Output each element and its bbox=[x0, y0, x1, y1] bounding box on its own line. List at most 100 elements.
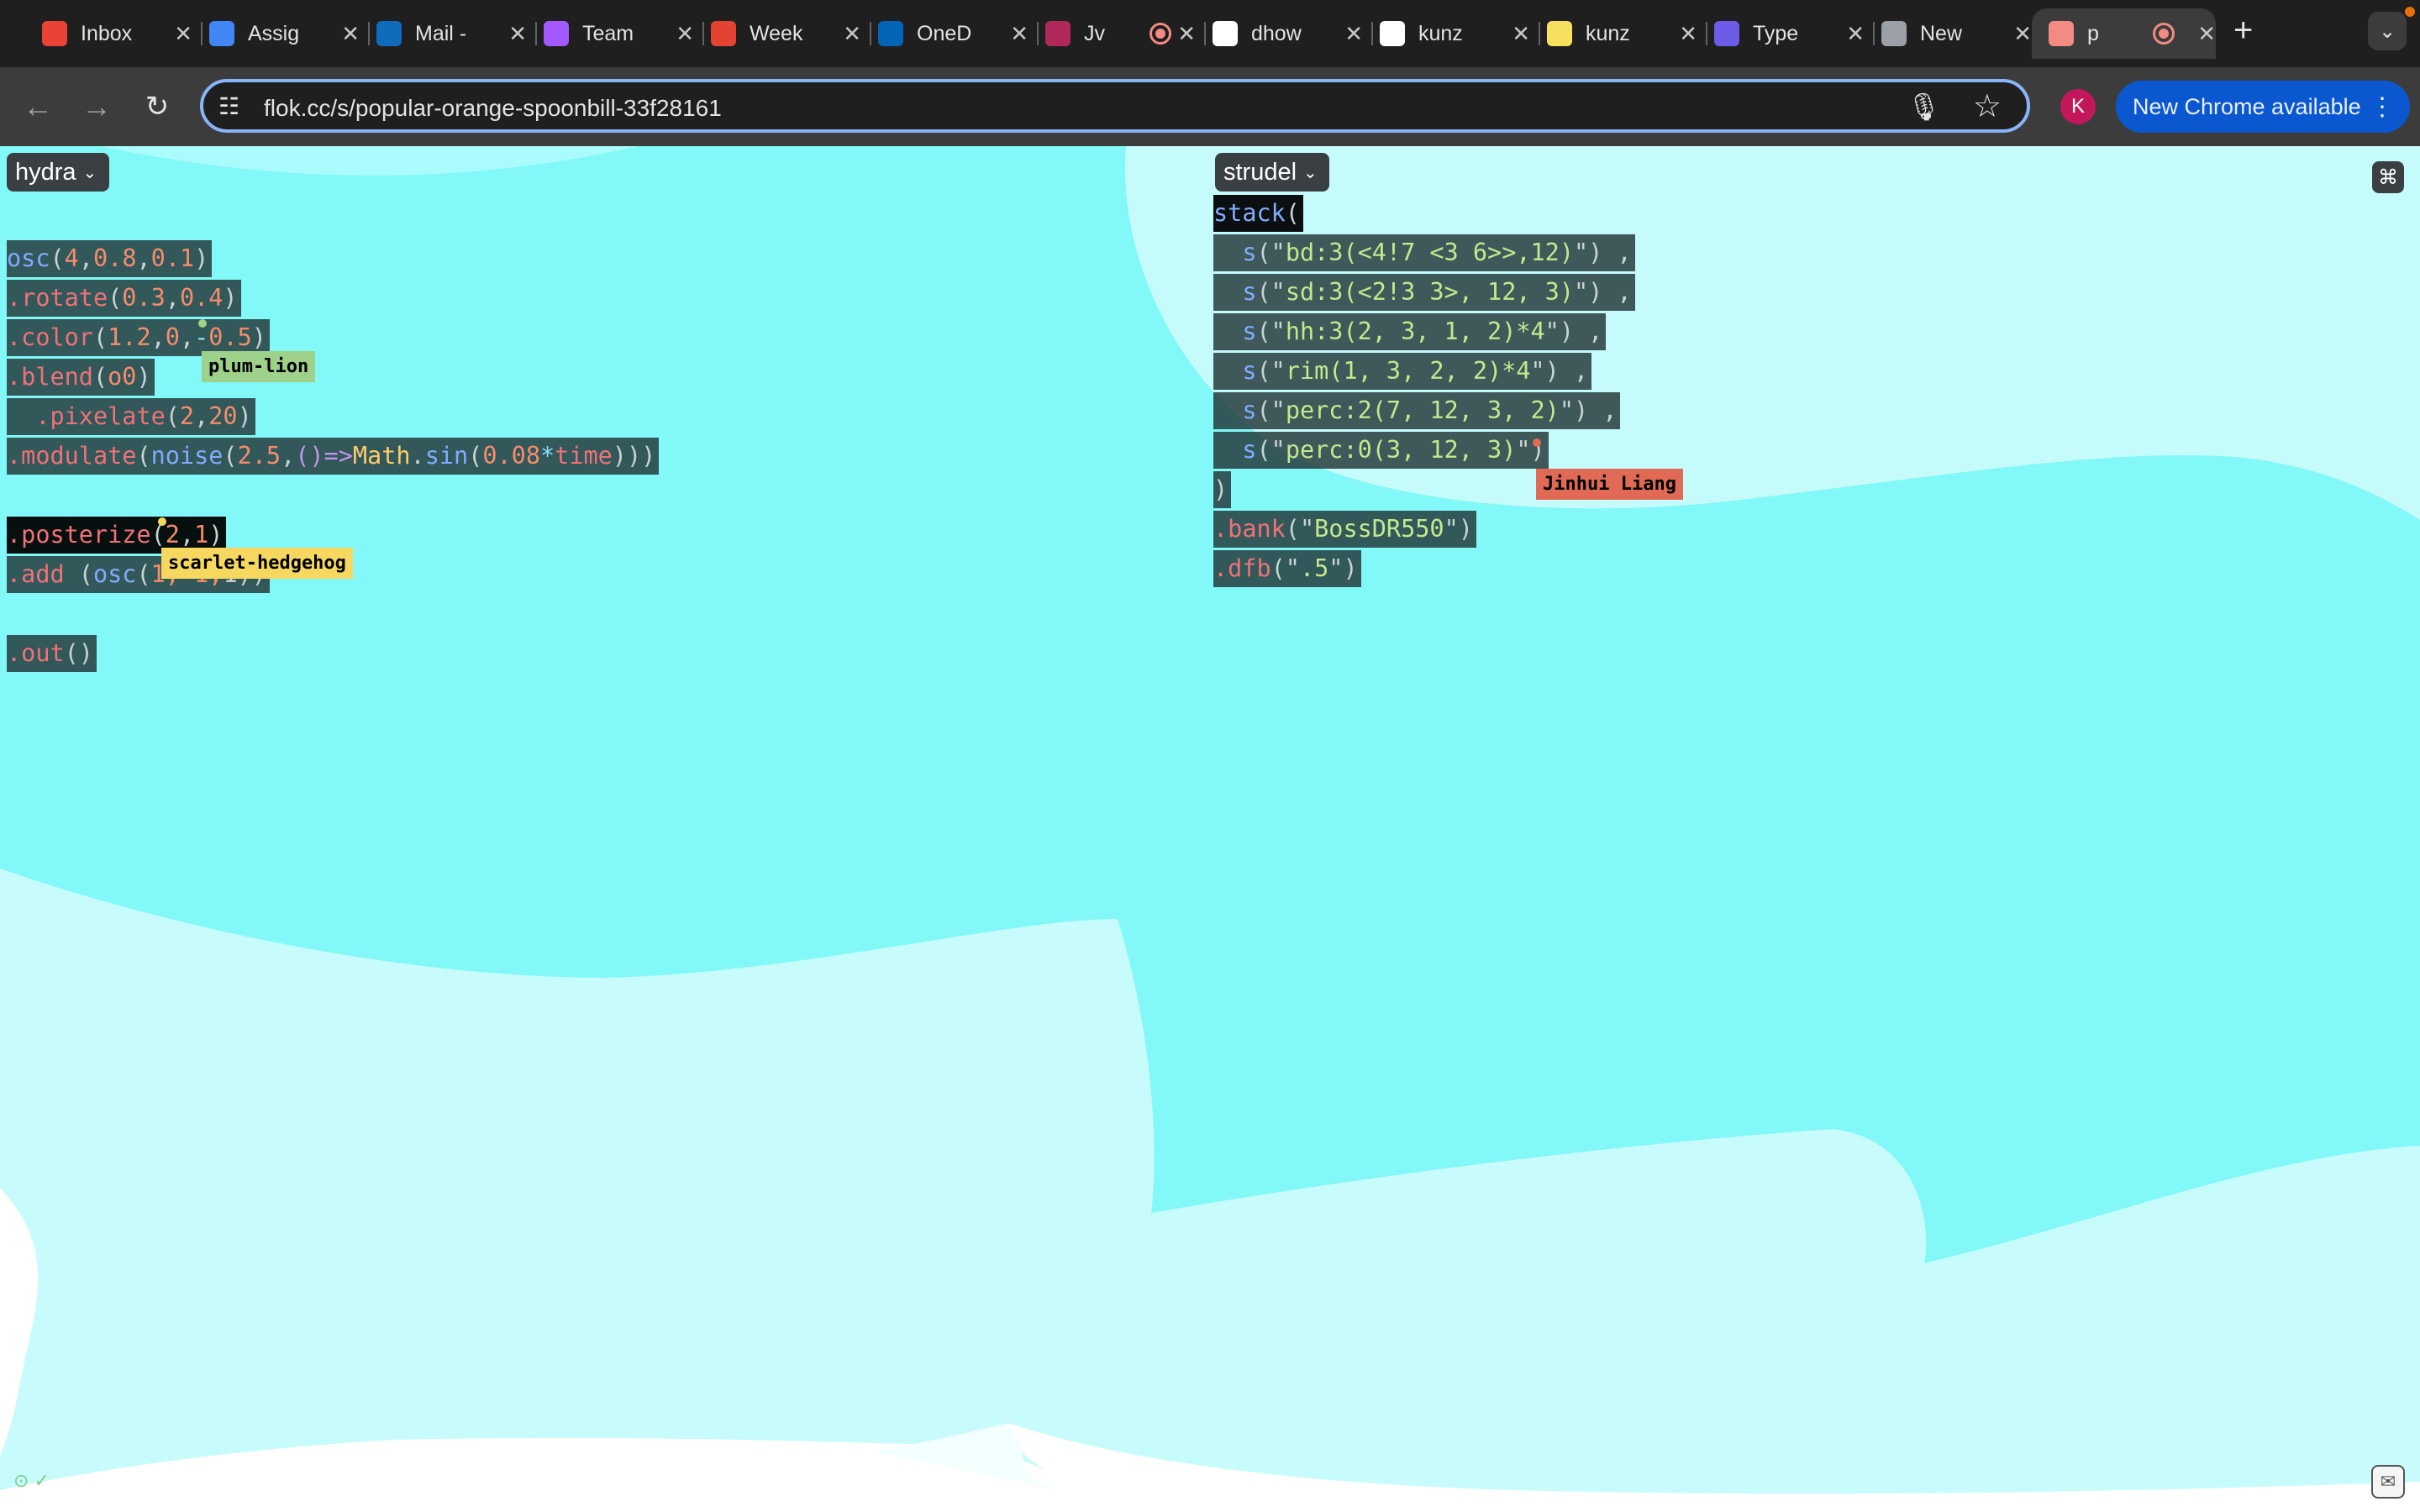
code-token: 0.1 bbox=[150, 244, 195, 272]
chevron-down-icon: ⌄ bbox=[82, 163, 97, 182]
browser-tab[interactable]: kunz ✕ bbox=[1547, 8, 1697, 59]
code-token: .5 bbox=[1299, 554, 1329, 582]
flok-page: hydra ⌄ strudel ⌄ ⌘ osc(4,0.8,0.1) .rotate(… bbox=[0, 146, 2420, 1512]
code-token: , bbox=[165, 284, 180, 312]
target-select-hydra[interactable]: hydra ⌄ bbox=[7, 153, 109, 192]
code-token: bd:3(<4!7 <3 6>>,12) bbox=[1285, 239, 1574, 266]
browser-tab-title: Assig bbox=[248, 21, 300, 45]
browser-tab-title: dhow bbox=[1251, 21, 1302, 45]
code-token: 0.08 bbox=[482, 442, 540, 470]
browser-tab[interactable]: Team ✕ bbox=[544, 8, 694, 59]
code-token: , bbox=[1574, 318, 1603, 345]
microphone-icon[interactable]: 🎙 bbox=[1907, 91, 1941, 123]
code-token: 1.2 bbox=[108, 323, 151, 351]
code-token: sd:3(<2!3 3>, 12, 3) bbox=[1285, 278, 1574, 306]
address-bar[interactable]: ☷ flok.cc/s/popular-orange-spoonbill-33f… bbox=[200, 79, 2030, 133]
code-token: s bbox=[1213, 239, 1257, 266]
close-tab-icon[interactable]: ✕ bbox=[174, 21, 192, 47]
profile-avatar[interactable]: K bbox=[2060, 89, 2096, 124]
forward-icon[interactable]: → bbox=[77, 87, 116, 126]
command-icon[interactable]: ⌘ bbox=[2372, 161, 2404, 193]
tab-search-icon[interactable]: ⌄ bbox=[2368, 12, 2407, 50]
more-menu-icon[interactable]: ⋮ bbox=[2370, 92, 2395, 122]
hydra-code-line[interactable]: .out() bbox=[7, 635, 97, 672]
browser-tab[interactable]: Type ✕ bbox=[1714, 8, 1865, 59]
browser-tab[interactable]: Inbox ✕ bbox=[42, 8, 192, 59]
hydra-code-line[interactable]: .modulate(noise(2.5,()=>Math.sin(0.08*ti… bbox=[7, 438, 660, 475]
onedrive-icon bbox=[878, 21, 903, 46]
browser-tab[interactable]: dhow ✕ bbox=[1213, 8, 1363, 59]
hydra-code-line[interactable]: .blend(o0) bbox=[7, 359, 155, 396]
typeform-icon bbox=[1714, 21, 1739, 46]
close-tab-icon[interactable]: ✕ bbox=[1512, 21, 1530, 47]
code-token: ))) bbox=[612, 442, 656, 470]
close-tab-icon[interactable]: ✕ bbox=[2197, 21, 2216, 47]
strudel-code-line[interactable]: ) bbox=[1213, 471, 1232, 508]
messages-icon[interactable]: ✉ bbox=[2371, 1465, 2405, 1499]
code-token: (" bbox=[1256, 357, 1286, 385]
close-tab-icon[interactable]: ✕ bbox=[676, 21, 694, 47]
figma-icon bbox=[544, 21, 569, 46]
close-tab-icon[interactable]: ✕ bbox=[1846, 21, 1865, 47]
close-tab-icon[interactable]: ✕ bbox=[341, 21, 360, 47]
code-token: ) bbox=[208, 521, 224, 549]
code-token: .posterize bbox=[7, 521, 151, 549]
close-tab-icon[interactable]: ✕ bbox=[508, 21, 527, 47]
close-tab-icon[interactable]: ✕ bbox=[1344, 21, 1363, 47]
code-token: ") bbox=[1530, 357, 1560, 385]
target-select-hydra-label: hydra bbox=[15, 158, 76, 186]
url-text[interactable]: flok.cc/s/popular-orange-spoonbill-33f28… bbox=[264, 95, 722, 122]
strudel-code-line[interactable]: s("perc:0(3, 12, 3)") bbox=[1213, 432, 1549, 469]
site-info-icon[interactable]: ☷ bbox=[218, 92, 239, 120]
strudel-code-line[interactable]: stack( bbox=[1213, 195, 1303, 232]
code-token: perc:2(7, 12, 3, 2) bbox=[1285, 396, 1560, 424]
strudel-code-line[interactable]: s("bd:3(<4!7 <3 6>>,12)") , bbox=[1213, 234, 1635, 271]
code-token: ) bbox=[1213, 475, 1228, 503]
browser-tab-title: Mail - bbox=[415, 21, 467, 45]
app-icon bbox=[1045, 21, 1071, 46]
strudel-code-line[interactable]: .bank("BossDR550") bbox=[1213, 511, 1476, 548]
browser-tab[interactable]: Jv ✕ bbox=[1045, 8, 1196, 59]
target-select-strudel[interactable]: strudel ⌄ bbox=[1215, 153, 1329, 192]
code-token: ( bbox=[468, 442, 483, 470]
close-tab-icon[interactable]: ✕ bbox=[843, 21, 861, 47]
new-tab-icon[interactable]: + bbox=[2233, 12, 2253, 50]
browser-tab[interactable]: p ✕ bbox=[2032, 8, 2216, 59]
browser-tab-title: Type bbox=[1753, 21, 1799, 45]
code-token: () bbox=[64, 639, 93, 667]
update-chrome-button[interactable]: New Chrome available ⋮ bbox=[2116, 81, 2410, 133]
code-token: sin bbox=[424, 442, 469, 470]
close-tab-icon[interactable]: ✕ bbox=[2013, 21, 2032, 47]
code-token: stack bbox=[1213, 199, 1286, 227]
hydra-code-line[interactable]: .rotate(0.3,0.4) bbox=[7, 280, 241, 317]
code-token: s bbox=[1213, 278, 1257, 306]
strudel-code-line[interactable]: s("hh:3(2, 3, 1, 2)*4") , bbox=[1213, 313, 1607, 350]
browser-tab[interactable]: OneD ✕ bbox=[878, 8, 1028, 59]
close-tab-icon[interactable]: ✕ bbox=[1010, 21, 1028, 47]
code-token: , bbox=[1602, 239, 1632, 266]
strudel-code-line[interactable]: .dfb(".5") bbox=[1213, 550, 1361, 587]
code-token: s bbox=[1213, 436, 1257, 464]
close-tab-icon[interactable]: ✕ bbox=[1679, 21, 1697, 47]
tab-separator bbox=[1204, 22, 1206, 45]
browser-tab[interactable]: New ✕ bbox=[1881, 8, 2032, 59]
code-token: 0.5 bbox=[208, 323, 252, 351]
browser-tab[interactable]: Assig ✕ bbox=[209, 8, 360, 59]
strudel-code-line[interactable]: s("sd:3(<2!3 3>, 12, 3)") , bbox=[1213, 274, 1635, 311]
code-token: .add bbox=[7, 560, 79, 588]
browser-tab[interactable]: kunz ✕ bbox=[1380, 8, 1530, 59]
strudel-code-line[interactable]: s("rim(1, 3, 2, 2)*4") , bbox=[1213, 353, 1592, 390]
cursor-label-scarlet-hedgehog: scarlet-hedgehog bbox=[161, 548, 353, 579]
hydra-code-line[interactable]: osc(4,0.8,0.1) bbox=[7, 240, 213, 277]
code-token: , bbox=[281, 442, 296, 470]
hydra-code-line[interactable]: .pixelate(2,20) bbox=[7, 398, 255, 435]
reload-icon[interactable]: ↻ bbox=[138, 87, 176, 126]
bookmark-star-icon[interactable]: ☆ bbox=[1973, 87, 2002, 125]
close-tab-icon[interactable]: ✕ bbox=[1177, 21, 1196, 47]
cursor-caret bbox=[1533, 438, 1541, 447]
tab-separator bbox=[1539, 22, 1540, 45]
strudel-code-line[interactable]: s("perc:2(7, 12, 3, 2)") , bbox=[1213, 392, 1621, 429]
browser-tab[interactable]: Week ✕ bbox=[711, 8, 861, 59]
back-icon[interactable]: ← bbox=[18, 87, 57, 126]
browser-tab[interactable]: Mail - ✕ bbox=[376, 8, 527, 59]
